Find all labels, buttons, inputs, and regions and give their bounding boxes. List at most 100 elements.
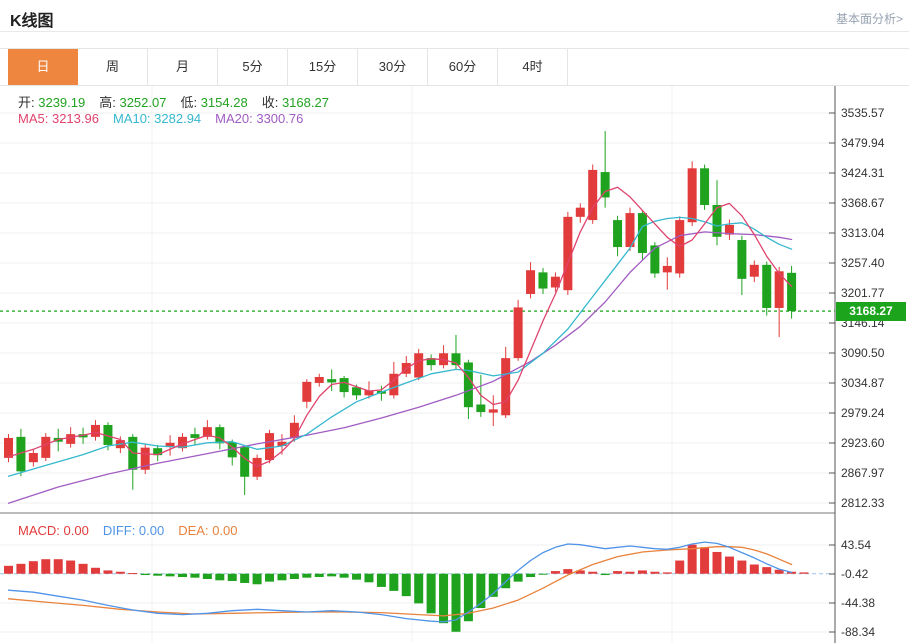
main-axis-label: 3034.87 xyxy=(841,376,885,390)
legend-item: MA5: 3213.96 xyxy=(18,111,99,126)
macd-bar xyxy=(737,561,746,574)
macd-bar xyxy=(340,574,349,578)
macd-bar xyxy=(128,573,137,574)
ma10-line xyxy=(9,217,792,476)
ma5-line xyxy=(9,187,792,466)
candle-body xyxy=(327,379,336,382)
macd-bar xyxy=(352,574,361,580)
legend-item: 低: 3154.28 xyxy=(180,95,247,110)
legend-item: DEA: 0.00 xyxy=(178,523,237,538)
ohlc-legend: 开: 3239.19 高: 3252.07 低: 3154.28 收: 3168.27 xyxy=(18,92,343,111)
candle-body xyxy=(340,378,349,392)
candle-body xyxy=(414,353,423,377)
macd-bar xyxy=(54,559,63,574)
macd-bar xyxy=(414,574,423,604)
tab-月[interactable]: 月 xyxy=(148,49,218,85)
macd-bar xyxy=(327,574,336,577)
legend-item: 收: 3168.27 xyxy=(262,95,329,110)
macd-bar xyxy=(713,552,722,574)
candle-body xyxy=(265,433,274,460)
main-axis-label: 3424.31 xyxy=(841,166,885,180)
legend-item: MA10: 3282.94 xyxy=(113,111,201,126)
macd-bar xyxy=(364,574,373,583)
candle-body xyxy=(576,208,585,217)
macd-bar xyxy=(762,567,771,574)
macd-bar xyxy=(79,564,88,574)
macd-bar xyxy=(302,574,311,578)
macd-bar xyxy=(29,561,38,574)
legend-item: DIFF: 0.00 xyxy=(103,523,164,538)
macd-bar xyxy=(215,574,224,581)
candle-body xyxy=(650,245,659,273)
main-axis-label: 3201.77 xyxy=(841,286,885,300)
candle-body xyxy=(290,423,299,438)
macd-bar xyxy=(228,574,237,581)
macd-bar xyxy=(290,574,299,579)
candle-body xyxy=(190,434,199,438)
macd-bar xyxy=(451,574,460,632)
candle-body xyxy=(315,377,324,383)
candle-body xyxy=(514,307,523,358)
candle-body xyxy=(302,382,311,402)
candle-body xyxy=(750,265,759,277)
candle-body xyxy=(688,168,697,222)
candle-body xyxy=(476,404,485,412)
main-axis-label: 2812.33 xyxy=(841,496,885,510)
main-axis-label: 2867.97 xyxy=(841,466,885,480)
kline-macd-chart[interactable]: 3535.573479.943424.313368.673313.043257.… xyxy=(0,86,909,643)
macd-bar xyxy=(4,566,13,574)
header: K线图 基本面分析> xyxy=(0,0,909,32)
candle-body xyxy=(91,425,100,437)
macd-axis-label: -0.42 xyxy=(841,567,869,581)
page-title: K线图 xyxy=(10,7,54,31)
macd-bar xyxy=(650,572,659,574)
tab-5分[interactable]: 5分 xyxy=(218,49,288,85)
macd-bar xyxy=(675,561,684,574)
main-axis-label: 3479.94 xyxy=(841,136,885,150)
macd-bar xyxy=(725,557,734,574)
macd-bar xyxy=(265,574,274,582)
macd-bar xyxy=(377,574,386,587)
candle-body xyxy=(601,172,610,197)
main-axis-label: 3257.40 xyxy=(841,256,885,270)
macd-bar xyxy=(41,559,50,574)
legend-item: 高: 3252.07 xyxy=(99,95,166,110)
macd-bar xyxy=(538,574,547,575)
macd-bar xyxy=(638,570,647,573)
tab-日[interactable]: 日 xyxy=(8,49,78,85)
tab-30分[interactable]: 30分 xyxy=(358,49,428,85)
macd-bar xyxy=(253,574,262,585)
macd-bar xyxy=(277,574,286,581)
candle-body xyxy=(787,273,796,311)
macd-bar xyxy=(141,574,150,575)
tab-周[interactable]: 周 xyxy=(78,49,148,85)
candle-body xyxy=(41,437,50,458)
ma-legend: MA5: 3213.96MA10: 3282.94MA20: 3300.76 xyxy=(18,111,317,126)
fundamental-analysis-link[interactable]: 基本面分析> xyxy=(836,10,903,27)
main-axis-label: 3090.50 xyxy=(841,346,885,360)
candle-body xyxy=(700,168,709,205)
main-axis-label: 2923.60 xyxy=(841,436,885,450)
candle-body xyxy=(489,409,498,412)
legend-item: 开: 3239.19 xyxy=(18,95,85,110)
tab-60分[interactable]: 60分 xyxy=(428,49,498,85)
macd-bar xyxy=(427,574,436,614)
macd-bar xyxy=(613,571,622,574)
macd-bar xyxy=(750,564,759,573)
macd-bar xyxy=(16,564,25,574)
main-axis-label: 3313.04 xyxy=(841,226,885,240)
main-axis-label: 3368.67 xyxy=(841,196,885,210)
candle-body xyxy=(464,362,473,407)
macd-axis-label: -44.38 xyxy=(841,596,875,610)
macd-bar xyxy=(588,572,597,574)
macd-bar xyxy=(526,574,535,577)
macd-axis-label: 43.54 xyxy=(841,538,871,552)
main-axis-label: 2979.24 xyxy=(841,406,885,420)
candle-body xyxy=(240,447,249,477)
legend-item: MACD: 0.00 xyxy=(18,523,89,538)
macd-bar xyxy=(91,568,100,574)
macd-bar xyxy=(514,574,523,582)
macd-bar xyxy=(663,572,672,573)
tab-4时[interactable]: 4时 xyxy=(498,49,568,85)
tab-15分[interactable]: 15分 xyxy=(288,49,358,85)
